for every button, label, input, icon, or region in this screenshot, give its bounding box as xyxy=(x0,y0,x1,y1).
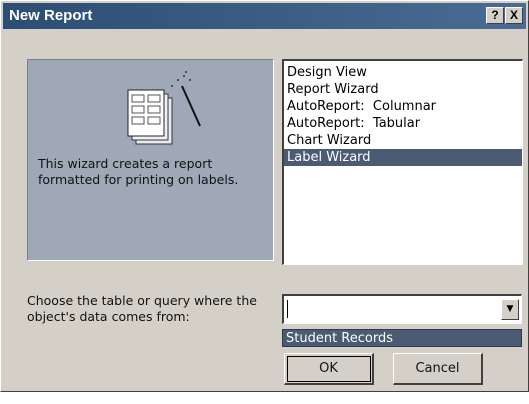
title-bar[interactable]: New Report ? X xyxy=(3,3,526,29)
list-item-design-view[interactable]: Design View xyxy=(284,64,522,81)
close-button[interactable]: X xyxy=(505,7,523,24)
source-table-combobox[interactable]: ▼ xyxy=(282,294,522,324)
wizard-description: This wizard creates a report formatted f… xyxy=(38,156,239,187)
list-item-autoreport-columnar[interactable]: AutoReport: Columnar xyxy=(284,98,522,115)
report-wizard-icon xyxy=(127,71,201,145)
list-item-chart-wizard[interactable]: Chart Wizard xyxy=(284,132,522,149)
dropdown-option-student-records[interactable]: Student Records xyxy=(282,329,522,347)
list-item-autoreport-tabular[interactable]: AutoReport: Tabular xyxy=(284,115,522,132)
ok-button[interactable]: OK xyxy=(284,353,374,385)
help-button[interactable]: ? xyxy=(486,7,504,24)
chevron-down-icon[interactable]: ▼ xyxy=(501,299,519,320)
source-prompt-label: Choose the table or query where the obje… xyxy=(27,293,257,324)
cancel-button[interactable]: Cancel xyxy=(393,353,483,385)
wizard-preview-panel: This wizard creates a report formatted f… xyxy=(27,59,274,261)
text-caret xyxy=(287,300,288,318)
report-type-listbox[interactable]: Design View Report Wizard AutoReport: Co… xyxy=(282,59,523,265)
dialog-title: New Report xyxy=(9,7,93,24)
list-item-report-wizard[interactable]: Report Wizard xyxy=(284,81,522,98)
list-item-label-wizard[interactable]: Label Wizard xyxy=(284,149,522,166)
new-report-dialog: New Report ? X This wizard creates a rep… xyxy=(0,0,529,392)
